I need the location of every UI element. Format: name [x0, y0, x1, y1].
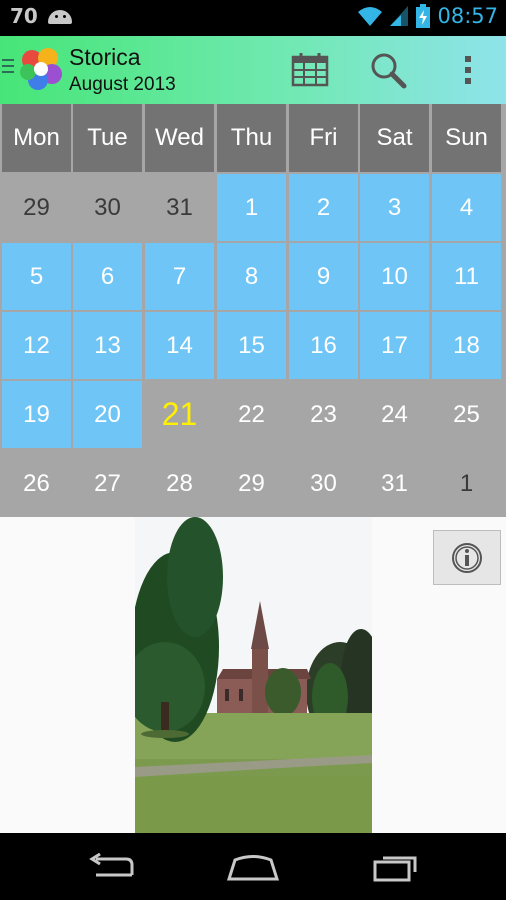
home-icon [226, 855, 280, 881]
home-button[interactable] [223, 847, 283, 887]
calendar-day[interactable]: 1 [217, 174, 286, 241]
status-left: 70 [10, 4, 74, 28]
wifi-icon [358, 7, 383, 26]
calendar-day[interactable]: 5 [2, 243, 71, 310]
weekday-header-fri: Fri [289, 104, 358, 172]
status-bar: 70 08:57 [0, 0, 506, 36]
calendar-day[interactable]: 30 [73, 174, 142, 241]
calendar-day[interactable]: 16 [289, 312, 358, 379]
weekday-header-mon: Mon [2, 104, 71, 172]
battery-level-text: 70 [10, 4, 38, 28]
calendar-day[interactable]: 25 [432, 381, 501, 448]
overflow-menu-icon [465, 56, 471, 84]
search-icon [371, 53, 407, 89]
calendar-day[interactable]: 31 [360, 450, 429, 517]
status-right: 08:57 [357, 4, 498, 28]
calendar-day[interactable]: 31 [145, 174, 214, 241]
signal-icon [390, 6, 409, 26]
calendar-day[interactable]: 17 [360, 312, 429, 379]
calendar-day[interactable]: 8 [217, 243, 286, 310]
weekday-header-sat: Sat [360, 104, 429, 172]
overflow-menu-button[interactable] [446, 48, 490, 92]
android-debug-icon [46, 6, 74, 26]
calendar-day[interactable]: 7 [145, 243, 214, 310]
calendar-icon [291, 53, 329, 87]
calendar-day[interactable]: 1 [432, 450, 501, 517]
drawer-indicator-icon[interactable] [2, 59, 14, 77]
back-button[interactable] [82, 847, 142, 887]
clock: 08:57 [437, 4, 498, 28]
weekday-header-wed: Wed [145, 104, 214, 172]
weekday-header-sun: Sun [432, 104, 501, 172]
calendar-day-today[interactable]: 21 [145, 381, 214, 448]
calendar-day[interactable]: 3 [360, 174, 429, 241]
calendar-day[interactable]: 13 [73, 312, 142, 379]
calendar-day[interactable]: 15 [217, 312, 286, 379]
calendar-day[interactable]: 27 [73, 450, 142, 517]
calendar-day[interactable]: 11 [432, 243, 501, 310]
navigation-bar [0, 833, 506, 900]
app-logo-icon[interactable] [18, 46, 64, 92]
calendar-day[interactable]: 4 [432, 174, 501, 241]
app-title: Storica [69, 44, 141, 70]
calendar-day[interactable]: 2 [289, 174, 358, 241]
calendar-day[interactable]: 26 [2, 450, 71, 517]
calendar-day[interactable]: 10 [360, 243, 429, 310]
search-button[interactable] [366, 48, 410, 92]
info-icon [452, 542, 482, 573]
calendar-day[interactable]: 9 [289, 243, 358, 310]
calendar-day[interactable]: 24 [360, 381, 429, 448]
calendar-button[interactable] [288, 48, 332, 92]
calendar-day[interactable]: 29 [217, 450, 286, 517]
battery-charging-icon [416, 4, 431, 28]
back-icon [89, 853, 134, 877]
recent-apps-icon [373, 856, 417, 882]
calendar-day[interactable]: 28 [145, 450, 214, 517]
calendar-day[interactable]: 30 [289, 450, 358, 517]
recent-apps-button[interactable] [366, 847, 426, 887]
month-subtitle: August 2013 [69, 74, 176, 95]
park-church-photo[interactable] [135, 517, 372, 833]
calendar-day[interactable]: 19 [2, 381, 71, 448]
calendar-day[interactable]: 12 [2, 312, 71, 379]
day-content [0, 517, 506, 833]
action-bar: Storica August 2013 [0, 36, 506, 104]
calendar-day[interactable]: 22 [217, 381, 286, 448]
calendar-day[interactable]: 20 [73, 381, 142, 448]
weekday-header-tue: Tue [73, 104, 142, 172]
calendar-day[interactable]: 14 [145, 312, 214, 379]
calendar-day[interactable]: 18 [432, 312, 501, 379]
calendar-day[interactable]: 29 [2, 174, 71, 241]
month-calendar: Mon Tue Wed Thu Fri Sat Sun 29 30 31 1 2 3 4 5 6 7 8 9 10 11… [0, 104, 506, 517]
weekday-header-thu: Thu [217, 104, 286, 172]
calendar-day[interactable]: 23 [289, 381, 358, 448]
info-button[interactable] [433, 530, 501, 585]
calendar-day[interactable]: 6 [73, 243, 142, 310]
